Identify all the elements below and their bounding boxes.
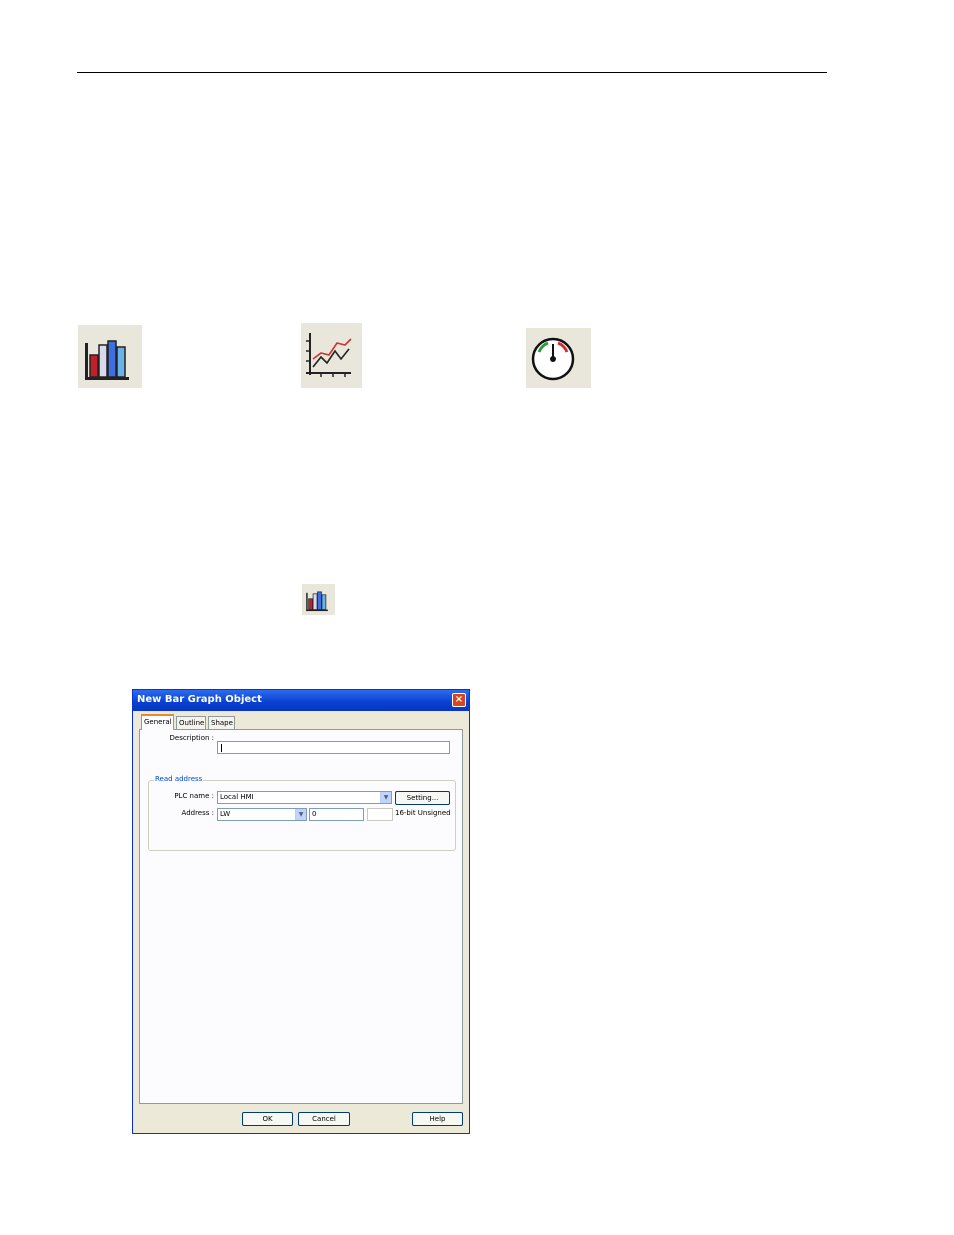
meter-display-icon[interactable] <box>526 328 591 388</box>
bar-graph-dialog: New Bar Graph Object × General Outline S… <box>132 689 470 1134</box>
tab-general[interactable]: General <box>141 714 174 730</box>
description-input[interactable] <box>217 741 450 754</box>
plc-name-value: Local HMI <box>220 793 254 801</box>
help-button[interactable]: Help <box>412 1112 463 1126</box>
plc-name-label: PLC name : <box>174 792 214 800</box>
address-type-value: LW <box>220 810 231 818</box>
general-tab-panel: Description : Read address PLC name : Lo… <box>139 729 463 1104</box>
chevron-down-icon[interactable]: ▼ <box>380 792 391 803</box>
read-address-group: Read address PLC name : Local HMI ▼ Sett… <box>148 775 456 851</box>
cancel-button[interactable]: Cancel <box>298 1112 350 1126</box>
close-button[interactable]: × <box>452 693 466 707</box>
ok-button[interactable]: OK <box>242 1112 293 1126</box>
tab-shape[interactable]: Shape <box>208 716 235 729</box>
trend-display-icon[interactable] <box>301 323 362 388</box>
plc-name-select[interactable]: Local HMI ▼ <box>217 791 392 804</box>
address-input[interactable]: 0 <box>309 808 364 821</box>
address-value: 0 <box>312 810 317 818</box>
bar-graph-icon[interactable] <box>78 325 142 388</box>
tab-outline[interactable]: Outline <box>176 716 206 729</box>
dialog-title: New Bar Graph Object <box>137 694 262 705</box>
address-extra-field <box>367 808 393 821</box>
header-rule <box>77 72 827 73</box>
read-address-label: Read address <box>154 775 204 783</box>
text-caret <box>221 744 222 752</box>
chevron-down-icon[interactable]: ▼ <box>295 809 306 820</box>
address-type-select[interactable]: LW ▼ <box>217 808 307 821</box>
setting-button[interactable]: Setting... <box>395 791 450 805</box>
description-label: Description : <box>169 734 214 742</box>
data-type-label: 16-bit Unsigned <box>395 809 451 817</box>
address-label: Address : <box>181 809 214 817</box>
dialog-title-bar[interactable]: New Bar Graph Object × <box>133 690 469 711</box>
bar-graph-small-icon[interactable] <box>302 584 335 615</box>
